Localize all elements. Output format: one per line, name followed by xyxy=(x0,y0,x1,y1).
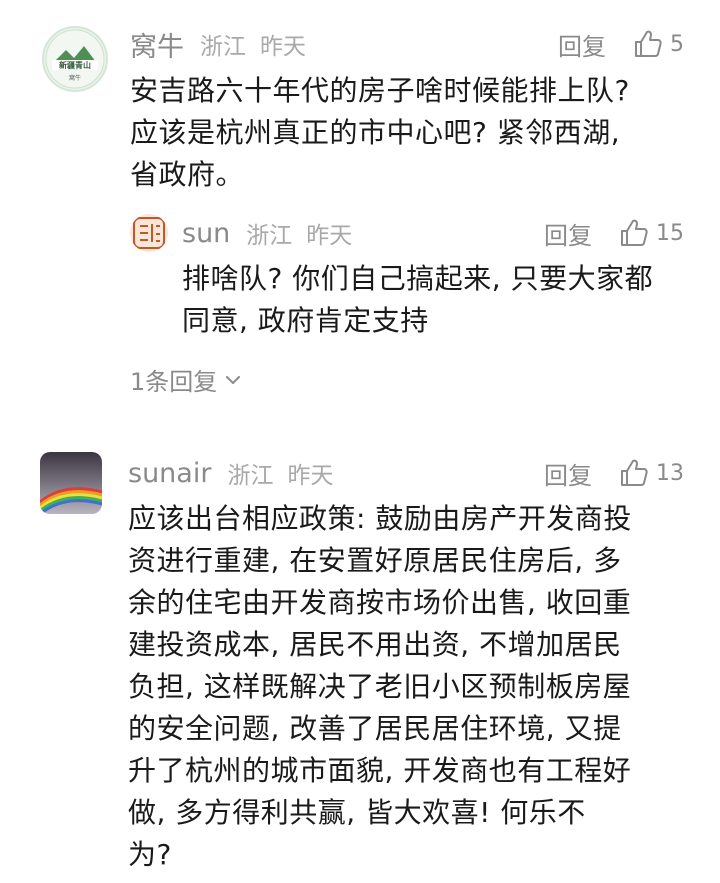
thumbs-up-icon xyxy=(635,30,662,57)
comments-page: 新疆青山 窝牛 窝牛 浙江 昨天 回复 5 安吉路六十年代的房子啥时候能排上队?… xyxy=(0,0,720,883)
avatar-logo-icon: 新疆青山 窝牛 xyxy=(45,29,105,89)
comment-time: 昨天 xyxy=(287,463,334,489)
rainbow-photo-icon xyxy=(40,452,102,514)
svg-text:窝牛: 窝牛 xyxy=(69,74,81,82)
like-button[interactable]: 5 xyxy=(632,28,684,60)
thumbs-up-icon xyxy=(621,219,648,246)
svg-text:新疆青山: 新疆青山 xyxy=(59,60,91,70)
comment-author[interactable]: sunair xyxy=(128,458,211,489)
chevron-down-icon xyxy=(226,375,241,384)
like-count: 15 xyxy=(656,220,684,246)
comment-author[interactable]: 窝牛 xyxy=(130,25,184,64)
reply-author[interactable]: sun xyxy=(182,218,230,249)
comment-time: 昨天 xyxy=(260,34,306,60)
comment-location: 浙江 xyxy=(227,463,274,489)
comment-text: 安吉路六十年代的房子啥时候能排上队? 应该是杭州真正的市中心吧? 紧邻西湖, 省… xyxy=(130,74,630,191)
like-button[interactable]: 15 xyxy=(618,217,684,249)
like-count: 5 xyxy=(670,31,684,57)
view-replies-link[interactable]: 1条回复 xyxy=(130,362,243,397)
user-avatar[interactable] xyxy=(40,452,102,514)
like-count: 13 xyxy=(656,460,684,486)
reply-button[interactable]: 回复 xyxy=(544,456,592,491)
reply-time: 昨天 xyxy=(306,223,353,249)
reply-button[interactable]: 回复 xyxy=(544,216,592,251)
user-avatar[interactable]: 新疆青山 窝牛 xyxy=(42,26,108,92)
comment-location: 浙江 xyxy=(200,34,246,60)
reply-location: 浙江 xyxy=(246,223,293,249)
comment-text: 应该出台相应政策: 鼓励由房产开发商投 资进行重建, 在安置好原居民住房后, 多… xyxy=(128,502,632,871)
reply-button[interactable]: 回复 xyxy=(558,27,606,62)
thumbs-up-icon xyxy=(621,459,648,486)
like-button[interactable]: 13 xyxy=(618,457,684,489)
seal-icon xyxy=(133,217,165,249)
reply-avatar[interactable] xyxy=(130,214,168,252)
reply-text: 排啥队? 你们自己搞起来, 只要大家都 同意, 政府肯定支持 xyxy=(182,262,654,337)
